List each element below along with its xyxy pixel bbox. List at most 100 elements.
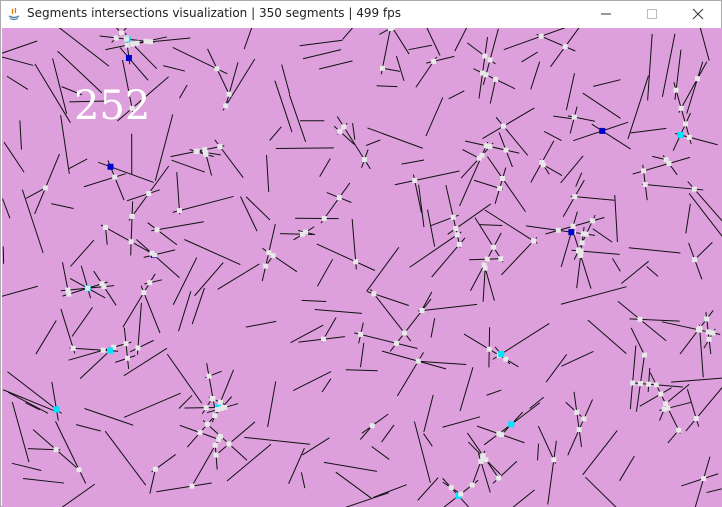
maximize-button[interactable] (629, 1, 675, 27)
segment (319, 158, 331, 177)
intersection-marker (147, 280, 153, 286)
intersection-marker (189, 483, 195, 489)
intersection-marker (176, 208, 182, 214)
intersection-marker (496, 431, 502, 437)
segment (342, 28, 354, 40)
segment (569, 106, 578, 134)
intersection-marker (124, 42, 130, 48)
segment (373, 484, 407, 498)
intersection-marker (66, 291, 72, 297)
intersection-marker (710, 330, 716, 336)
intersection-marker (320, 336, 326, 342)
intersection-marker (303, 229, 309, 235)
segment (281, 64, 291, 95)
intersection-marker (500, 176, 506, 182)
segment (299, 39, 343, 47)
intersection-marker (369, 423, 375, 429)
intersection-marker (141, 290, 147, 296)
title-bar[interactable]: Segments intersections visualization | 3… (1, 1, 721, 27)
segment (503, 28, 566, 51)
segment (376, 85, 398, 88)
visualization-canvas[interactable]: 252 (2, 28, 722, 507)
segment (494, 167, 507, 204)
segment (300, 472, 306, 489)
intersection-marker (266, 250, 272, 256)
minimize-button[interactable] (583, 1, 629, 27)
intersection-marker (692, 257, 698, 263)
segment (442, 477, 469, 507)
segment (149, 467, 157, 494)
intersection-marker (361, 157, 367, 163)
close-button[interactable] (675, 1, 721, 27)
segment (319, 60, 353, 70)
segment (647, 33, 653, 101)
intersection-marker (113, 35, 119, 41)
segment (367, 127, 423, 149)
intersection-marker (551, 457, 557, 463)
segment (413, 421, 431, 483)
segment (575, 172, 583, 187)
intersection-marker (686, 134, 692, 140)
segment (423, 433, 433, 447)
segment (172, 257, 198, 305)
intersection-marker (570, 223, 576, 229)
segment (647, 367, 651, 392)
intersection-marker (223, 103, 229, 109)
segment (459, 367, 474, 412)
intersection-marker (641, 168, 647, 174)
segment (240, 196, 258, 232)
segment (58, 28, 110, 67)
segment (699, 28, 710, 61)
intersection-marker (125, 55, 132, 62)
intersection-marker (456, 241, 462, 247)
intersection-marker (448, 485, 454, 491)
intersection-marker (412, 178, 418, 184)
intersection-marker (491, 244, 497, 250)
intersection-marker (705, 329, 711, 335)
segment (34, 63, 71, 123)
intersection-marker (576, 248, 582, 254)
maximize-icon (647, 9, 657, 19)
intersection-marker (695, 76, 701, 82)
segment (217, 263, 260, 290)
intersection-marker (482, 53, 488, 59)
intersection-marker (578, 252, 584, 258)
intersection-marker (572, 194, 578, 200)
intersection-marker (484, 256, 490, 262)
segment (11, 462, 42, 472)
segment (661, 33, 676, 98)
segment (409, 231, 462, 268)
segment (612, 258, 621, 272)
intersection-marker (341, 124, 347, 130)
intersection-marker (217, 144, 223, 150)
intersection-marker (493, 76, 499, 82)
segment (381, 350, 447, 370)
intersection-marker (431, 58, 437, 64)
segment (621, 260, 649, 284)
intersection-marker (76, 467, 82, 473)
segment (482, 107, 535, 140)
intersection-marker (498, 351, 505, 358)
segment (124, 392, 181, 418)
intersection-marker (637, 316, 643, 322)
segment (129, 339, 154, 353)
segment (75, 424, 101, 432)
intersection-marker (658, 391, 664, 397)
segment (314, 309, 362, 314)
intersection-marker (53, 447, 59, 453)
intersection-marker (581, 416, 587, 422)
segment (545, 354, 568, 383)
segment (361, 413, 389, 434)
segment (335, 471, 372, 499)
segment (225, 62, 239, 107)
segment (678, 61, 708, 113)
segment (123, 327, 130, 369)
intersection-marker (503, 356, 509, 362)
intersection-marker (571, 114, 577, 120)
intersection-marker (154, 227, 160, 233)
segment (686, 61, 704, 114)
window-title: Segments intersections visualization | 3… (27, 6, 402, 20)
intersection-marker (371, 291, 377, 297)
segment (614, 195, 618, 242)
intersection-marker (555, 227, 561, 233)
